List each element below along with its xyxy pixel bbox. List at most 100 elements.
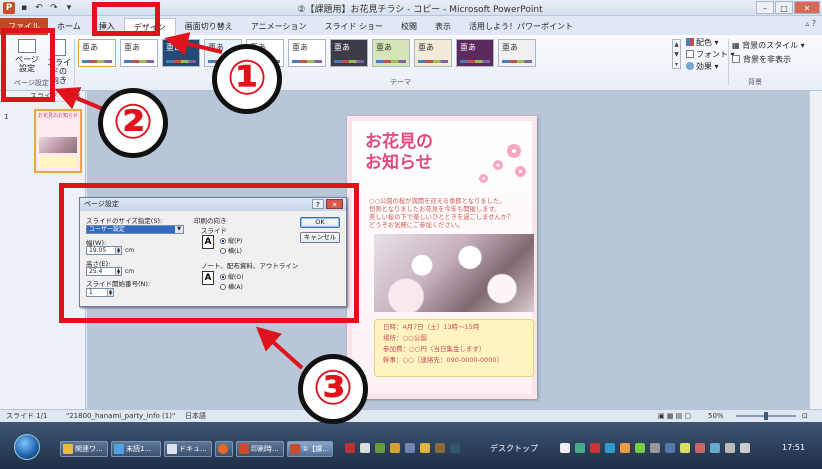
firefox-icon (218, 444, 228, 454)
powerpoint-icon (290, 444, 300, 454)
tray-icon[interactable] (420, 443, 430, 453)
tray-icon[interactable] (605, 443, 615, 453)
tray-icon[interactable] (560, 443, 570, 453)
theme-gallery: 亜あ 亜あ 亜あ 亜あ 亜あ 亜あ 亜あ 亜あ 亜あ 亜あ 亜あ (78, 39, 536, 67)
browser-icon (114, 444, 124, 454)
tray-icon[interactable] (435, 443, 445, 453)
status-bar: スライド 1/1 "21800_hanami_party_info (1)" 日… (0, 409, 822, 422)
zoom-slider-thumb[interactable] (764, 412, 768, 420)
start-button[interactable] (14, 434, 40, 460)
theme-thumb[interactable]: 亜あ (456, 39, 494, 67)
divider (728, 39, 729, 85)
slide-title[interactable]: お花見の お知らせ (365, 132, 433, 174)
tab-custom[interactable]: 活用しよう！パワーポイント (460, 18, 582, 35)
clock[interactable]: 17:51 (782, 443, 805, 452)
cherry-blossom-icon (479, 174, 488, 183)
theme-gallery-scroll[interactable]: ▲ ▼ ▾ (672, 39, 681, 69)
tray-icon[interactable] (575, 443, 585, 453)
taskbar-item-active[interactable]: ②【課... (287, 441, 333, 457)
annotation-box-page-setup (1, 28, 55, 102)
zoom-slider[interactable] (736, 412, 796, 420)
minimize-button[interactable]: – (756, 1, 774, 14)
powerpoint-icon (239, 444, 249, 454)
vertical-scrollbar[interactable] (809, 91, 822, 409)
theme-name: "21800_hanami_party_info (1)" (66, 412, 176, 420)
desktop-toolbar-label[interactable]: デスクトップ (490, 443, 538, 454)
background-styles-button[interactable]: ▦ 背景のスタイル ▾ (732, 39, 805, 53)
annotation-number-2: ② (98, 88, 168, 158)
tray-icon[interactable] (635, 443, 645, 453)
close-button[interactable]: ✕ (794, 1, 820, 14)
tray-icon[interactable] (360, 443, 370, 453)
annotation-number-1: ① (212, 44, 282, 114)
fit-to-window-icon[interactable]: ⊡ (802, 410, 808, 422)
volume-icon[interactable] (740, 443, 750, 453)
theme-thumb[interactable]: 亜あ (120, 39, 158, 67)
save-icon[interactable]: ▪ (18, 3, 30, 13)
background-options: ▦ 背景のスタイル ▾ 背景を非表示 (732, 39, 805, 67)
tray-icon[interactable] (450, 443, 460, 453)
cherry-blossom-photo[interactable] (374, 234, 534, 312)
effects-icon (686, 62, 694, 70)
folder-icon (63, 444, 73, 454)
theme-thumb[interactable]: 亜あ (162, 39, 200, 67)
thumbnail-photo (39, 137, 77, 153)
tray-icon[interactable] (680, 443, 690, 453)
language[interactable]: 日本語 (185, 410, 206, 422)
quick-access-toolbar: ▪ ↶ ↷ ▾ (18, 1, 75, 15)
tab-review[interactable]: 校閲 (392, 18, 426, 35)
theme-thumb[interactable]: 亜あ (330, 39, 368, 67)
theme-thumb[interactable]: 亜あ (414, 39, 452, 67)
view-buttons[interactable]: ▣ ▦ ▤ ▢ (658, 410, 691, 422)
colors-icon (686, 38, 694, 46)
tab-transitions[interactable]: 画面切り替え (176, 18, 242, 35)
theme-thumb[interactable]: 亜あ (372, 39, 410, 67)
tab-view[interactable]: 表示 (426, 18, 460, 35)
background-group-label: 背景 (748, 78, 762, 86)
tab-slideshow[interactable]: スライド ショー (315, 18, 392, 35)
powerpoint-screen: P ▪ ↶ ↷ ▾ ②【課題用】お花見チラシ - コピー - Microsoft… (0, 0, 822, 469)
undo-icon[interactable]: ↶ (33, 3, 45, 13)
tray-icon[interactable] (375, 443, 385, 453)
theme-thumb[interactable]: 亜あ (498, 39, 536, 67)
network-icon[interactable] (725, 443, 735, 453)
taskbar-item[interactable]: ドキュ... (164, 441, 212, 457)
slide-body-text[interactable]: ○○公園の桜が満開を迎える季節となりました。 恒例となりましたお花見を今年も開催… (369, 198, 534, 230)
redo-icon[interactable]: ↷ (48, 3, 60, 13)
taskbar-item[interactable]: 関連ワ... (60, 441, 108, 457)
customize-qat-icon[interactable]: ▾ (63, 3, 75, 13)
maximize-button[interactable]: □ (775, 1, 793, 14)
themes-group-label: テーマ (390, 78, 411, 86)
tray-icon[interactable] (695, 443, 705, 453)
powerpoint-icon[interactable]: P (3, 2, 15, 14)
annotation-box-dialog (59, 183, 359, 323)
slide-thumbnail[interactable]: お花見のお知らせ (34, 109, 82, 173)
tray-icon[interactable] (710, 443, 720, 453)
thumbnail-title: お花見のお知らせ (38, 113, 78, 119)
panel-close-icon[interactable]: ✕ (75, 92, 81, 100)
cherry-blossom-icon (507, 144, 521, 158)
theme-thumb[interactable]: 亜あ (288, 39, 326, 67)
tray-icon[interactable] (590, 443, 600, 453)
tray-icon[interactable] (650, 443, 660, 453)
tray-icon[interactable] (620, 443, 630, 453)
slide-number: 1 (4, 113, 9, 121)
theme-thumb[interactable]: 亜あ (78, 39, 116, 67)
event-info-box[interactable]: 日時：4月7日（土）13時〜15時 場所：○○公園 参加費：○○円（当日集金しま… (374, 319, 534, 377)
taskbar-item[interactable]: 未読1... (111, 441, 161, 457)
tab-animations[interactable]: アニメーション (242, 18, 316, 35)
background-styles-icon: ▦ (732, 41, 740, 50)
tray-icon[interactable] (345, 443, 355, 453)
tray-icon[interactable] (665, 443, 675, 453)
zoom-level[interactable]: 50% (708, 410, 724, 422)
annotation-number-3: ③ (298, 354, 368, 424)
hide-background-checkbox[interactable]: 背景を非表示 (732, 53, 805, 67)
help-icon[interactable]: ▵ ? (805, 19, 816, 28)
taskbar-item[interactable] (215, 441, 233, 457)
tray-icon[interactable] (405, 443, 415, 453)
taskbar-item[interactable]: 印刷時... (236, 441, 284, 457)
tray-icon[interactable] (390, 443, 400, 453)
ribbon-design: ページ 設定 スライドの 向き ページ設定 亜あ 亜あ 亜あ 亜あ 亜あ 亜あ … (0, 35, 822, 91)
slide-canvas[interactable]: お花見の お知らせ ○○公園の桜が満開を迎える季節となりました。 恒例となりまし… (347, 116, 537, 399)
window-controls: – □ ✕ (756, 1, 820, 14)
